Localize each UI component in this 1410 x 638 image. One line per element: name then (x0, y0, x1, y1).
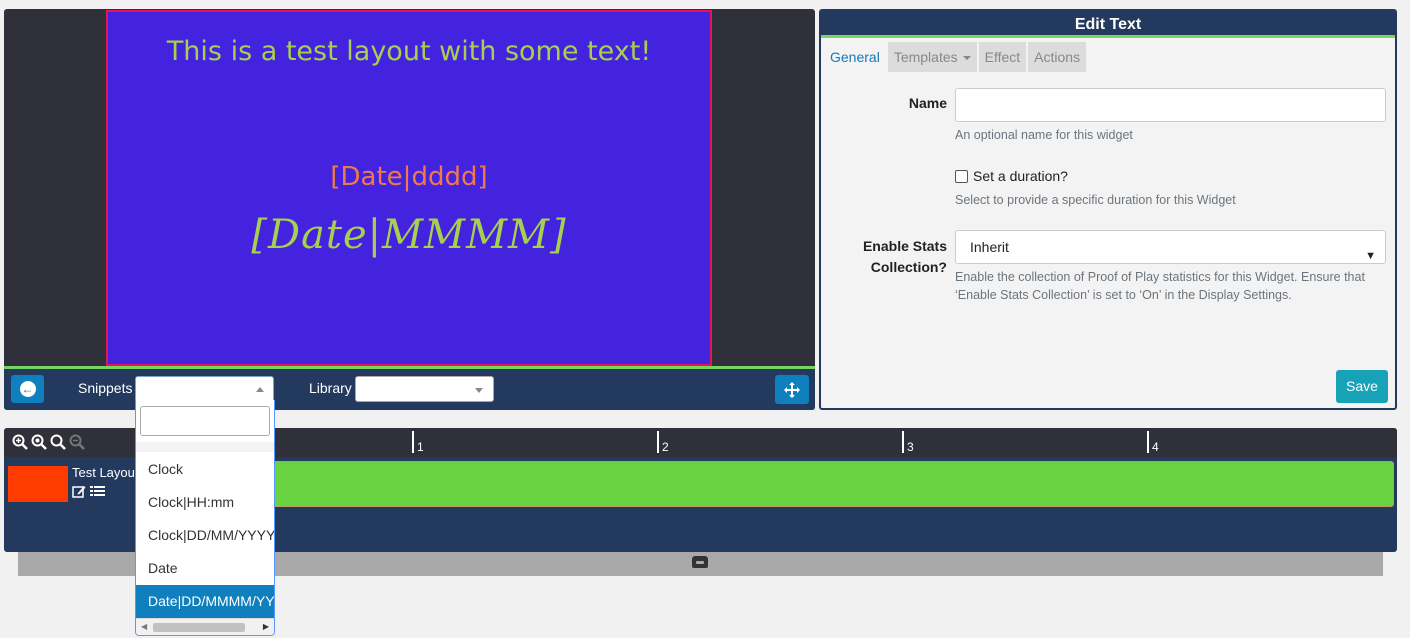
inbox-icon (692, 556, 708, 568)
duration-help-text: Select to provide a specific duration fo… (955, 193, 1236, 207)
snippets-select[interactable] (135, 376, 274, 402)
layout-viewer: This is a test layout with some text! [D… (4, 9, 815, 410)
stats-label-line1: Enable Stats (862, 238, 947, 254)
snippets-dropdown: Clock Clock|HH:mm Clock|DD/MM/YYYY Date … (135, 400, 275, 636)
layout-canvas[interactable]: This is a test layout with some text! [D… (106, 10, 712, 366)
name-help-text: An optional name for this widget (955, 128, 1133, 142)
stats-select[interactable]: Inherit ▼ (955, 230, 1386, 264)
timeline-region-bar[interactable] (139, 461, 1394, 507)
duration-checkbox-row[interactable]: Set a duration? (955, 168, 1068, 184)
arrow-left-circle-icon: ← (19, 381, 36, 397)
timeline-tick: 4 (1147, 431, 1159, 453)
scroll-left-icon[interactable]: ◀ (141, 622, 147, 631)
caret-down-icon (962, 56, 971, 61)
duration-label: Set a duration? (973, 168, 1068, 184)
list-icon[interactable] (90, 485, 105, 501)
snippet-option[interactable]: Clock|HH:mm (136, 486, 274, 519)
zoom-out-icon[interactable] (69, 434, 85, 454)
name-label: Name (908, 95, 947, 111)
chevron-down-icon (475, 388, 483, 393)
timeline-tick: 2 (657, 431, 669, 453)
layout-actions (72, 485, 105, 501)
save-button[interactable]: Save (1336, 370, 1388, 403)
snippets-search-input[interactable] (140, 406, 270, 436)
zoom-in-icon[interactable] (12, 434, 28, 454)
tab-general[interactable]: General (824, 42, 886, 72)
tab-templates[interactable]: Templates (887, 42, 977, 72)
back-button[interactable]: ← (11, 375, 44, 403)
timeline-tick: 3 (902, 431, 914, 453)
edit-icon[interactable] (72, 485, 86, 501)
stats-help-text: Enable the collection of Proof of Play s… (955, 270, 1365, 302)
name-input[interactable] (955, 88, 1386, 122)
arrows-move-icon (784, 381, 800, 398)
library-label: Library (309, 380, 352, 396)
tab-templates-label: Templates (893, 49, 958, 65)
canvas-title-text[interactable]: This is a test layout with some text! (108, 36, 710, 67)
dropdown-group-header (136, 442, 274, 452)
viewer-toolbar: ← Snippets Library (4, 369, 815, 410)
stats-select-value: Inherit (970, 239, 1009, 255)
zoom-controls (12, 434, 85, 454)
canvas-day-text[interactable]: [Date|dddd] (108, 162, 710, 192)
chevron-up-icon (256, 387, 264, 392)
scroll-right-icon[interactable]: ▶ (263, 622, 269, 631)
snippet-option[interactable]: Date (136, 552, 274, 585)
stats-label: Enable Stats Collection? (863, 236, 947, 278)
panel-title: Edit Text (821, 11, 1395, 38)
stats-label-line2: Collection? (870, 259, 947, 275)
duration-checkbox[interactable] (955, 169, 968, 183)
snippets-options: Clock Clock|HH:mm Clock|DD/MM/YYYY Date … (136, 453, 274, 618)
zoom-fit-icon[interactable] (31, 434, 47, 454)
library-select[interactable] (355, 376, 494, 402)
scrollbar-thumb[interactable] (153, 623, 245, 632)
snippet-option-selected[interactable]: Date|DD/MMMM/YYYY (136, 585, 274, 618)
move-button[interactable] (775, 375, 809, 404)
edit-text-panel: Edit Text General Templates Effect Actio… (819, 9, 1397, 410)
tab-effect[interactable]: Effect (978, 42, 1027, 72)
snippets-label: Snippets (78, 380, 133, 396)
layout-color-swatch (8, 466, 68, 502)
zoom-reset-icon[interactable] (50, 434, 66, 454)
panel-tabs: General Templates Effect Actions (824, 42, 1088, 72)
canvas-month-text[interactable]: [Date|MMMM] (108, 212, 710, 258)
dropdown-horizontal-scrollbar[interactable]: ◀ ▶ (136, 618, 274, 635)
snippet-option[interactable]: Clock|DD/MM/YYYY (136, 519, 274, 552)
snippet-option[interactable]: Clock (136, 453, 274, 486)
timeline-tick: 1 (412, 431, 424, 453)
tab-actions[interactable]: Actions (1028, 42, 1087, 72)
layout-name: Test Layou (72, 465, 135, 480)
